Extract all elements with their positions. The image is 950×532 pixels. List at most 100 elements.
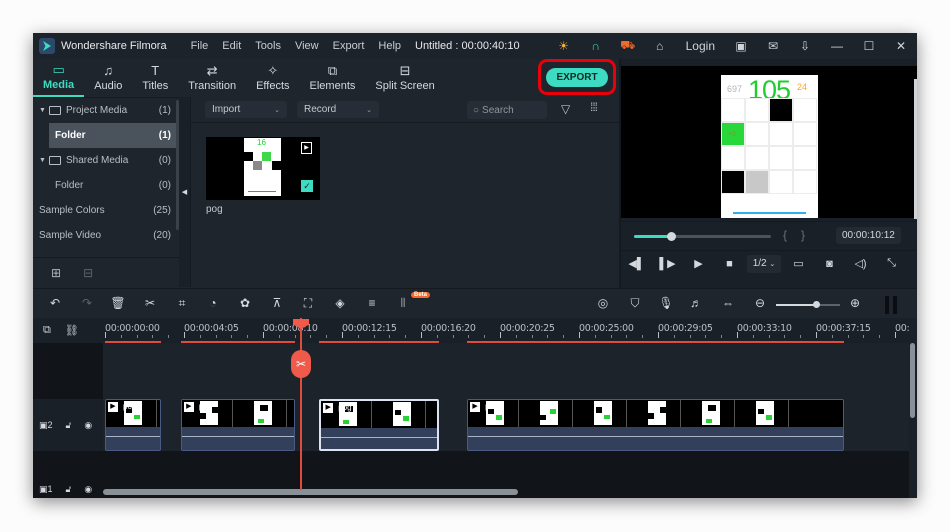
menu-file[interactable]: File [191,40,209,52]
timeline-zoom-slider[interactable] [776,301,840,308]
scrubber-handle[interactable] [666,232,676,241]
library-project-media[interactable]: ▼ Project Media (1) [33,98,179,123]
lock-icon[interactable]: 🔓︎ [66,484,72,495]
grid-view-icon[interactable]: ⁞⁞⁞ [590,100,598,114]
mail-icon[interactable]: ✉ [757,33,789,59]
tab-effects[interactable]: ✧ Effects [246,59,299,97]
adjust-icon[interactable]: ≡ [364,296,380,310]
preview-scrubber[interactable] [634,232,771,241]
zoom-in-icon[interactable]: ⊕ [847,296,863,310]
cut-icon[interactable]: ✂ [142,296,158,310]
fullscreen-icon[interactable]: ⤡ [876,257,907,270]
close-button[interactable]: ✕ [885,33,917,59]
ruler-tick [816,332,817,338]
maximize-button[interactable]: ☐ [853,33,885,59]
record-dropdown[interactable]: Record ⌄ [297,101,379,118]
next-frame-icon[interactable]: ▌▶ [652,257,683,270]
display-icon[interactable]: ▭ [783,257,814,270]
tab-audio[interactable]: ♫ Audio [84,59,132,97]
bulb-icon[interactable]: ☀ [548,33,580,59]
playback-quality-dropdown[interactable]: 1/2 ⌄ [747,254,781,273]
crop-icon[interactable]: ⌗ [174,296,190,311]
marker-icon[interactable]: ⛉ [627,296,643,311]
tab-split-screen[interactable]: ⊟ Split Screen [365,59,444,97]
add-track-icon[interactable]: ⧉ [43,324,51,337]
ruler-tick [879,335,881,338]
minimize-button[interactable]: — [821,33,853,59]
link-icon[interactable]: ⛓ [65,324,79,337]
save-icon[interactable]: ▣ [725,33,757,59]
library-shared-media[interactable]: ▼ Shared Media (0) [33,148,179,173]
menu-help[interactable]: Help [378,40,401,52]
collapse-panel-button[interactable]: ◀ [179,97,191,287]
preview-scrollbar[interactable] [914,79,917,219]
speed-icon[interactable]: ◔ [205,296,221,310]
visibility-icon[interactable]: ◉ [84,484,92,495]
mark-in-button[interactable]: { [783,228,801,242]
frame-separator [156,400,157,427]
redo-icon[interactable]: ↷ [79,296,95,310]
undo-icon[interactable]: ↶ [47,296,63,310]
mark-out-button[interactable]: } [801,228,819,242]
cart-icon[interactable]: ⛟ [612,33,644,59]
visibility-icon[interactable]: ◉ [84,420,92,431]
delete-icon[interactable]: 🗑 [110,296,126,310]
media-thumbnail[interactable]: 16 ▶ ✓ [206,137,320,200]
library-sample-colors[interactable]: Sample Colors (25) [33,198,179,223]
library-shared-folder[interactable]: Folder (0) [33,173,179,198]
render-preview-icon[interactable]: ◎ [595,296,611,310]
fit-frame-icon[interactable]: ⛶ [300,296,316,311]
menu-view[interactable]: View [295,40,319,52]
playhead[interactable] [300,318,302,490]
timeline-ruler[interactable]: 00:00:00:00 00:00:04:05 00:00:08:10 00:00:1… [103,318,917,343]
ruler-tick [515,335,517,338]
pause-icon[interactable] [885,296,897,314]
zoom-slider-handle[interactable] [812,301,820,308]
audio-mixer-icon[interactable]: ♬ [688,296,704,310]
keyframe-icon[interactable]: ◈ [332,296,348,310]
zoom-out-icon[interactable]: ⊖ [752,296,768,310]
export-button[interactable]: EXPORT [546,67,608,87]
import-dropdown[interactable]: Import ⌄ [205,101,287,118]
tab-titles[interactable]: T Titles [132,59,178,97]
lock-icon[interactable]: 🔓︎ [66,420,72,431]
timeline-horizontal-scrollbar[interactable] [103,489,518,495]
delete-folder-icon[interactable]: ⊟ [83,266,93,280]
menu-export[interactable]: Export [333,40,365,52]
stop-icon[interactable]: ■ [714,258,745,270]
color-icon[interactable]: ✿ [237,296,253,310]
microphone-icon[interactable]: 🎙 [658,296,674,310]
volume-icon[interactable]: ◁) [845,257,876,270]
library-project-folder[interactable]: Folder (1) [49,123,179,148]
ruler-tick [831,335,833,338]
tab-elements[interactable]: ⧉ Elements [300,59,366,97]
menu-tools[interactable]: Tools [255,40,281,52]
library-sample-video[interactable]: Sample Video (20) [33,223,179,248]
clip-play-icon: ▶ [183,402,194,412]
menu-edit[interactable]: Edit [222,40,241,52]
fit-timeline-icon[interactable]: ⇔ [720,296,736,310]
new-folder-icon[interactable]: ⊞ [51,266,61,280]
play-icon[interactable]: ▶ [683,257,714,270]
media-search-input[interactable]: ○ Search [467,101,547,119]
gift-icon[interactable]: ⌂ [644,33,676,59]
prev-frame-icon[interactable]: ◀▌ [621,257,652,270]
download-icon[interactable]: ⇩ [789,33,821,59]
tab-transition[interactable]: ⇄ Transition [178,59,246,97]
timeline-clip[interactable]: ▶ pog [467,399,845,451]
caret-down-icon[interactable]: ▼ [39,157,49,164]
tab-media[interactable]: ▭ Media [33,59,85,97]
timeline-clip[interactable]: ▶ pog [180,399,295,451]
timeline-clip[interactable]: ▶ pog [105,399,161,451]
snapshot-icon[interactable]: ◙ [814,258,845,270]
timeline-clip[interactable]: ▶ pog [319,399,439,451]
audio-stretch-icon[interactable]: ⫴ [395,296,411,311]
timeline-vertical-scrollbar[interactable] [910,343,915,418]
checkmark-icon[interactable]: ✓ [301,180,313,192]
caret-down-icon[interactable]: ▼ [39,107,49,114]
split-at-playhead-button[interactable]: ✂ [291,350,311,378]
login-button[interactable]: Login [676,39,725,53]
headset-icon[interactable]: ∩ [580,33,612,59]
green-screen-icon[interactable]: ⊼ [269,296,285,310]
filter-icon[interactable]: ▽ [561,102,570,116]
